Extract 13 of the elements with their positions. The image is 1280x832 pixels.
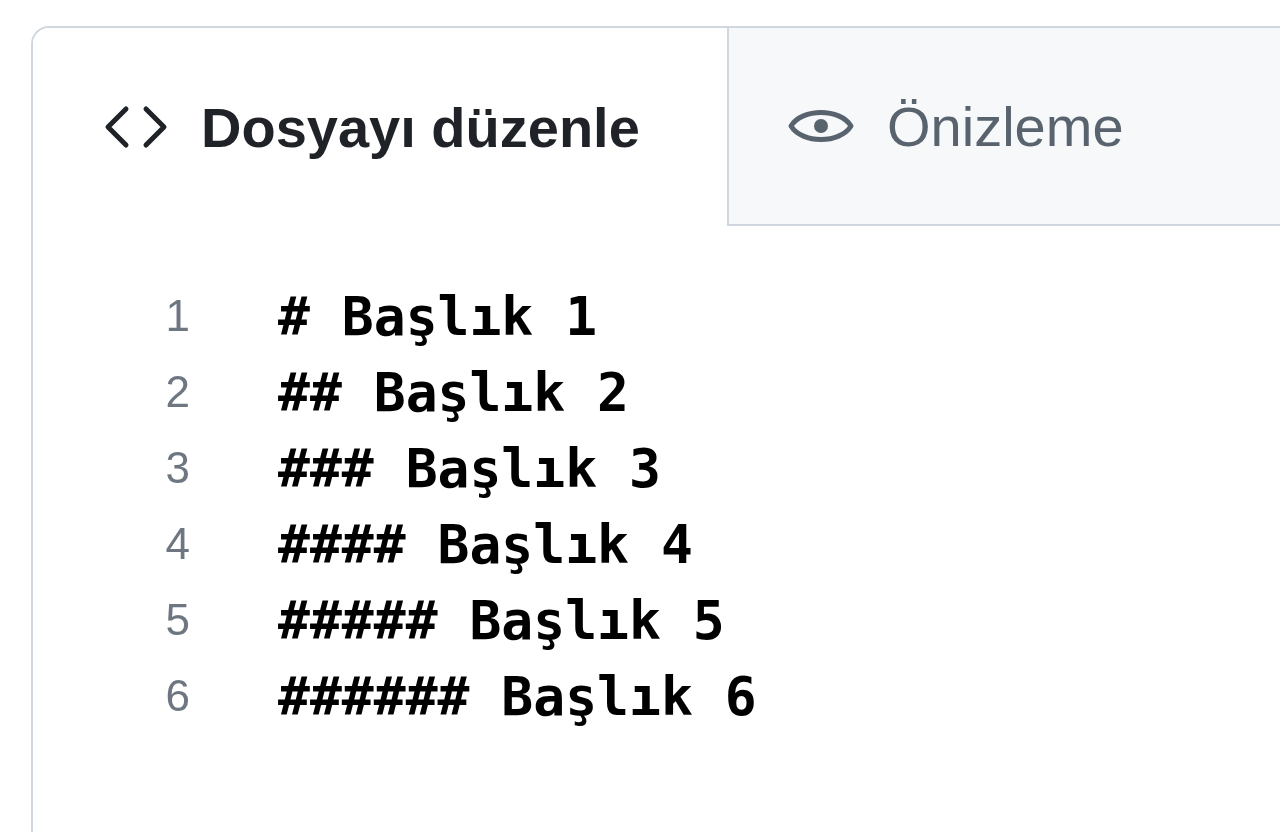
line-number: 6 — [164, 671, 190, 721]
line-number: 1 — [164, 291, 190, 341]
tab[interactable]: Önizleme — [727, 28, 1280, 226]
code-line: ###### Başlık 6 — [278, 665, 757, 727]
code-line: # Başlık 1 — [278, 285, 598, 347]
line-number: 4 — [164, 519, 190, 569]
line-number: 2 — [164, 367, 190, 417]
code-line: ### Başlık 3 — [278, 437, 661, 499]
line-number: 5 — [164, 595, 190, 645]
code-line: #### Başlık 4 — [278, 513, 693, 575]
code-line: ##### Başlık 5 — [278, 589, 725, 651]
line-number: 3 — [164, 443, 190, 493]
code-line: ## Başlık 2 — [278, 361, 629, 423]
